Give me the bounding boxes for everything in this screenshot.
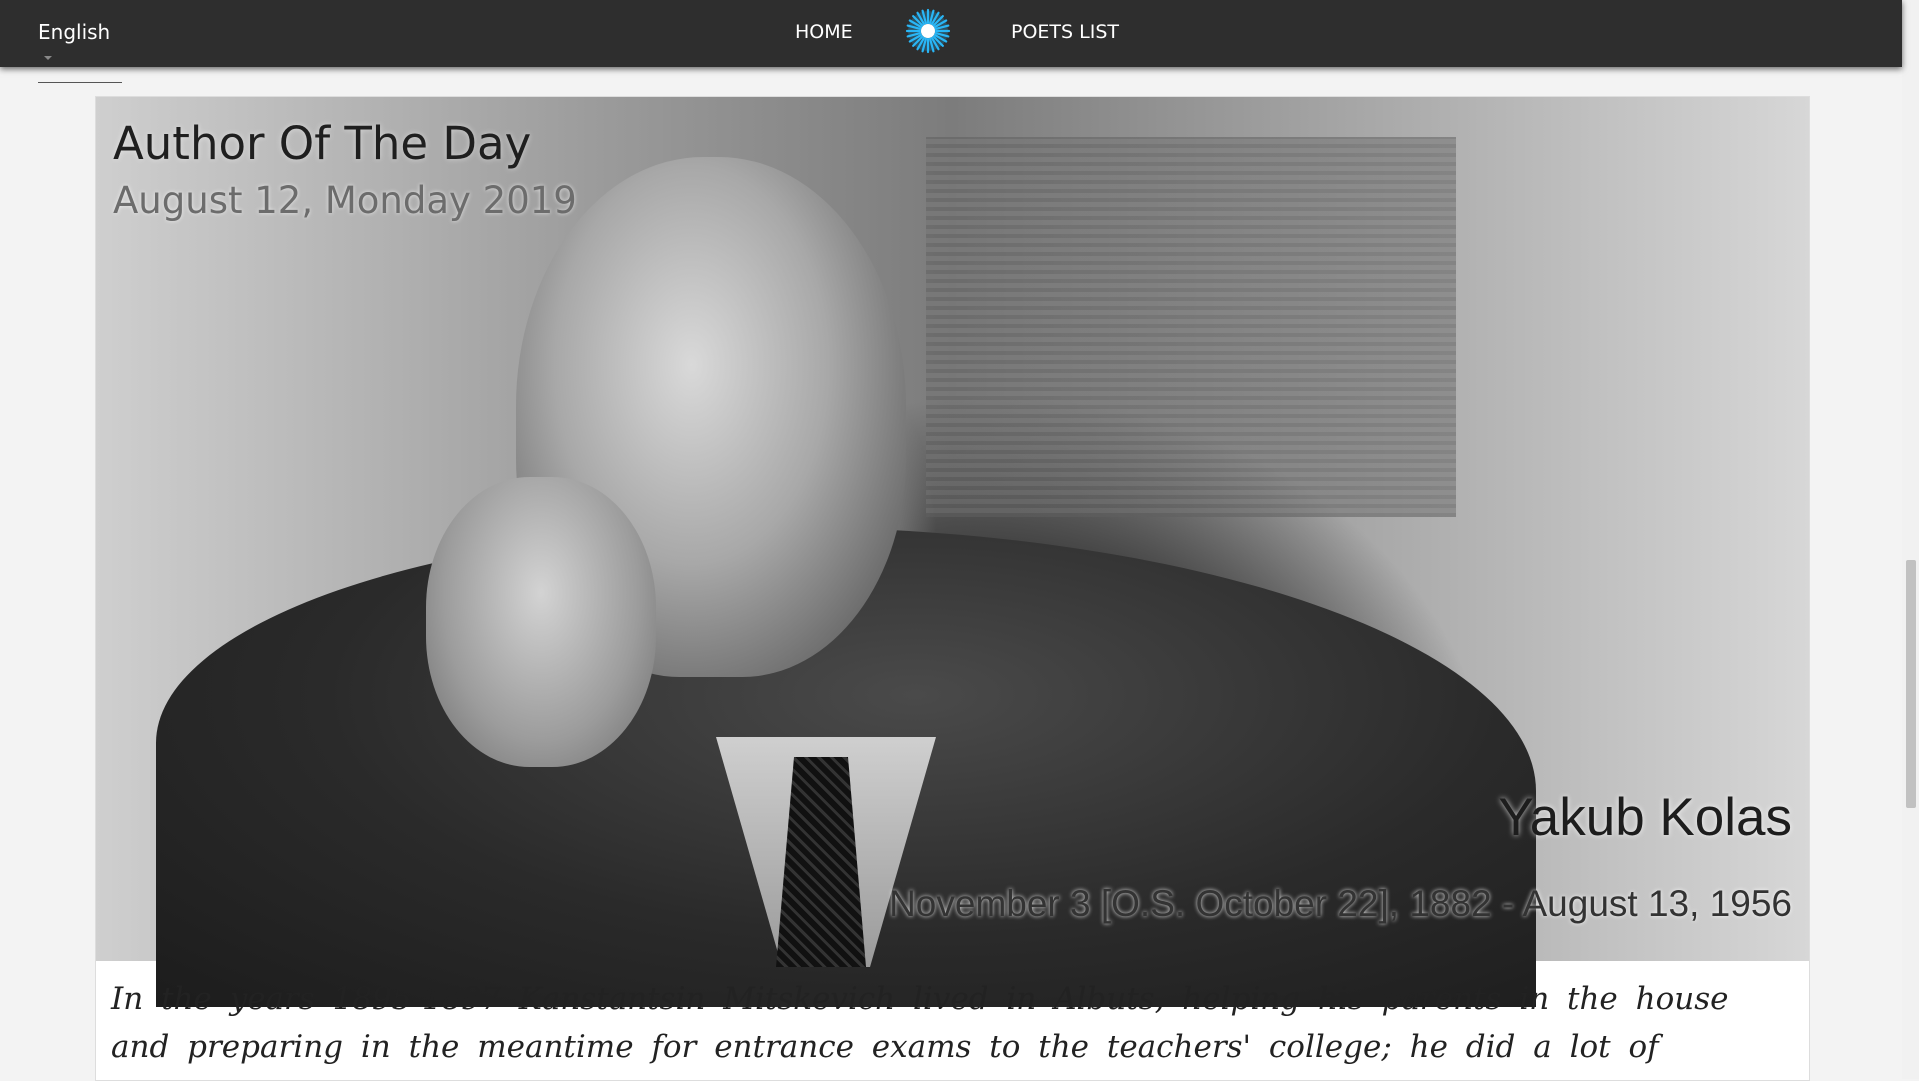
- top-navigation-bar: English HOME POETS LIST: [0, 0, 1902, 83]
- section-title: Author Of The Day: [113, 117, 532, 170]
- background-radiator-shape: [926, 137, 1456, 517]
- author-name[interactable]: Yakub Kolas: [1498, 787, 1792, 848]
- language-label: English: [38, 20, 111, 44]
- author-of-the-day-card: Author Of The Day August 12, Monday 2019…: [95, 96, 1810, 1081]
- flower-logo-svg: [905, 8, 951, 54]
- author-photo[interactable]: Author Of The Day August 12, Monday 2019…: [96, 97, 1809, 1007]
- flower-logo-icon[interactable]: [904, 7, 952, 55]
- page-scrollbar[interactable]: [1902, 0, 1919, 1079]
- language-selector[interactable]: English: [38, 20, 122, 83]
- author-excerpt[interactable]: In the years 1895-1897 Kanstantsin Mitsk…: [111, 975, 1791, 1080]
- author-hand-shape: [426, 477, 656, 767]
- scrollbar-thumb[interactable]: [1906, 560, 1916, 808]
- chevron-down-icon: [44, 55, 52, 60]
- nav-home-link[interactable]: HOME: [795, 21, 853, 43]
- feature-date: August 12, Monday 2019: [113, 179, 577, 222]
- author-lifespan: November 3 [O.S. October 22], 1882 - Aug…: [889, 883, 1792, 924]
- nav-poets-list-link[interactable]: POETS LIST: [1011, 21, 1119, 43]
